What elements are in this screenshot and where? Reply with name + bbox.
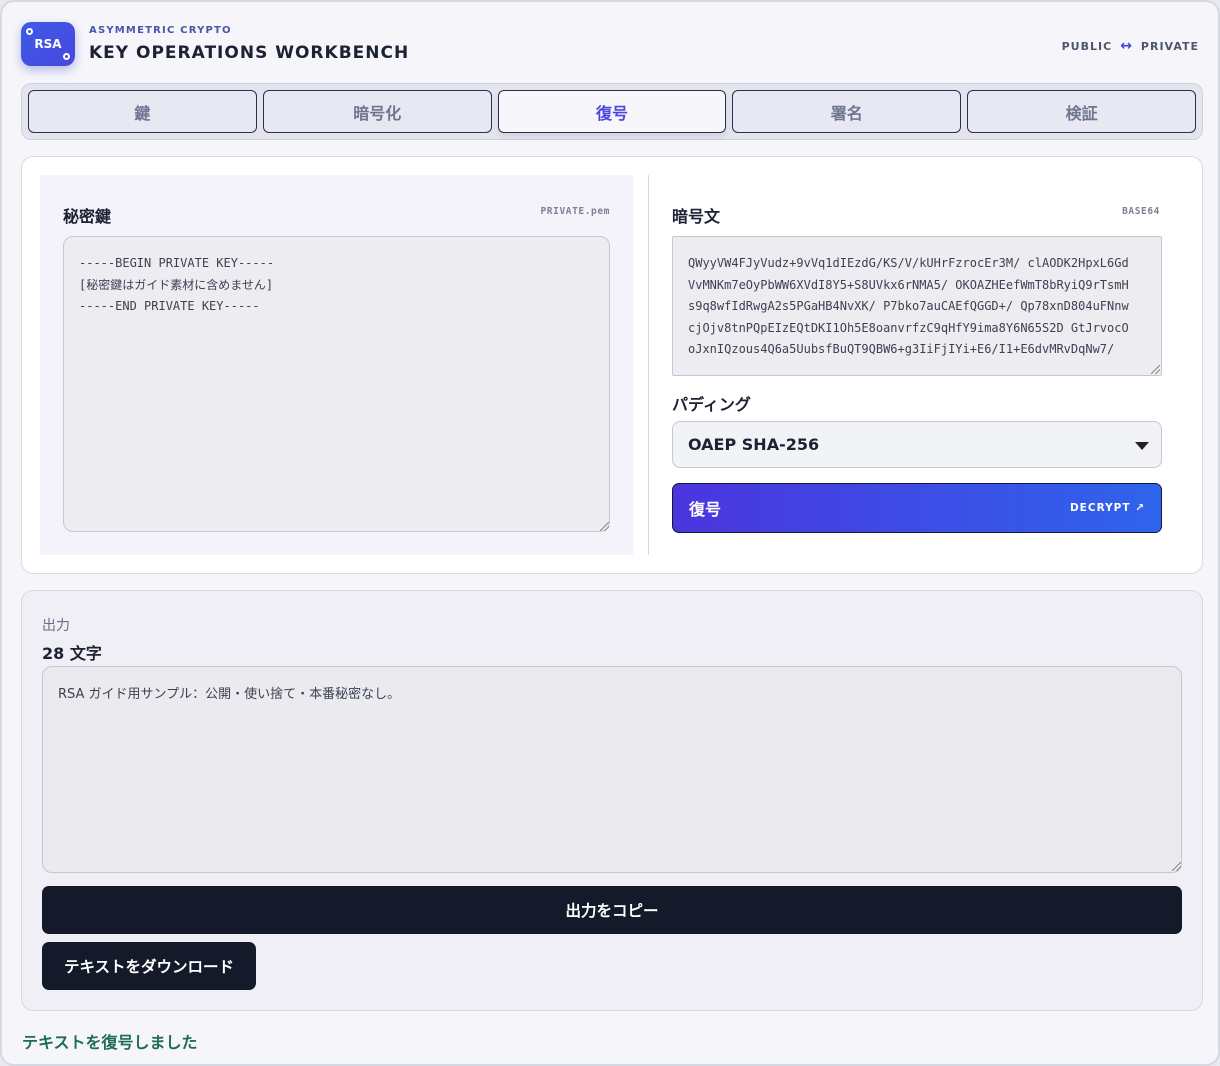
decrypt-button-label: 復号 — [689, 500, 722, 519]
tab-keys[interactable]: 鍵 — [28, 90, 257, 133]
pane-divider — [648, 175, 649, 555]
direction-private-label: PRIVATE — [1140, 39, 1199, 53]
private-key-pane: 秘密鍵 PRIVATE.pem -----BEGIN PRIVATE KEY--… — [40, 175, 633, 555]
decrypt-button[interactable]: 復号 DECRYPT ↗ — [672, 483, 1162, 533]
copy-output-button[interactable]: 出力をコピー — [42, 886, 1182, 934]
tab-decrypt[interactable]: 復号 — [497, 90, 727, 133]
app-window: RSA ASYMMETRIC CRYPTO KEY OPERATIONS WOR… — [0, 0, 1220, 1066]
output-label: 出力 — [42, 618, 70, 634]
padding-selected-value: OAEP SHA-256 — [688, 435, 820, 454]
resize-handle-icon[interactable] — [1151, 365, 1160, 374]
resize-handle-icon[interactable] — [1172, 862, 1181, 871]
padding-label: パディング — [672, 395, 751, 414]
tab-sign[interactable]: 署名 — [732, 90, 962, 133]
private-key-textarea[interactable]: -----BEGIN PRIVATE KEY----- [秘密鍵はガイド素材に含… — [63, 236, 610, 532]
status-message: テキストを復号しました — [22, 1033, 198, 1052]
swap-arrow-icon: ↔ — [1120, 38, 1133, 54]
download-text-button[interactable]: テキストをダウンロード — [42, 942, 256, 990]
key-direction-indicator: PUBLIC ↔ PRIVATE — [1062, 38, 1199, 54]
chevron-down-icon — [1135, 442, 1149, 450]
logo-text: RSA — [34, 37, 62, 51]
padding-select[interactable]: OAEP SHA-256 — [672, 421, 1162, 468]
decrypt-input-card: 秘密鍵 PRIVATE.pem -----BEGIN PRIVATE KEY--… — [21, 156, 1203, 574]
rsa-logo: RSA — [21, 22, 75, 66]
resize-handle-icon[interactable] — [600, 522, 609, 531]
ciphertext-format-hint: BASE64 — [1122, 206, 1160, 217]
operation-tabs: 鍵 暗号化 復号 署名 検証 — [21, 83, 1203, 140]
page-title: KEY OPERATIONS WORKBENCH — [89, 43, 410, 63]
logo-dot-icon — [63, 53, 70, 60]
app-kicker: ASYMMETRIC CRYPTO — [89, 25, 232, 36]
output-textarea[interactable]: RSA ガイド用サンプル：公開・使い捨て・本番秘密なし。 — [42, 666, 1182, 873]
private-key-format-hint: PRIVATE.pem — [540, 206, 610, 217]
tab-verify[interactable]: 検証 — [967, 90, 1196, 133]
ciphertext-textarea[interactable]: QWyyVW4FJyVudz+9vVq1dIEzdG/KS/V/kUHrFzro… — [672, 236, 1162, 376]
output-card: 出力 28 文字 RSA ガイド用サンプル：公開・使い捨て・本番秘密なし。 出力… — [21, 590, 1203, 1011]
direction-public-label: PUBLIC — [1061, 39, 1113, 53]
ciphertext-label: 暗号文 — [672, 207, 721, 226]
tab-encrypt[interactable]: 暗号化 — [262, 90, 492, 133]
private-key-label: 秘密鍵 — [63, 207, 112, 226]
decrypt-button-sublabel: DECRYPT ↗ — [1069, 502, 1145, 514]
output-char-count: 28 文字 — [42, 644, 102, 663]
logo-dot-icon — [26, 28, 33, 35]
